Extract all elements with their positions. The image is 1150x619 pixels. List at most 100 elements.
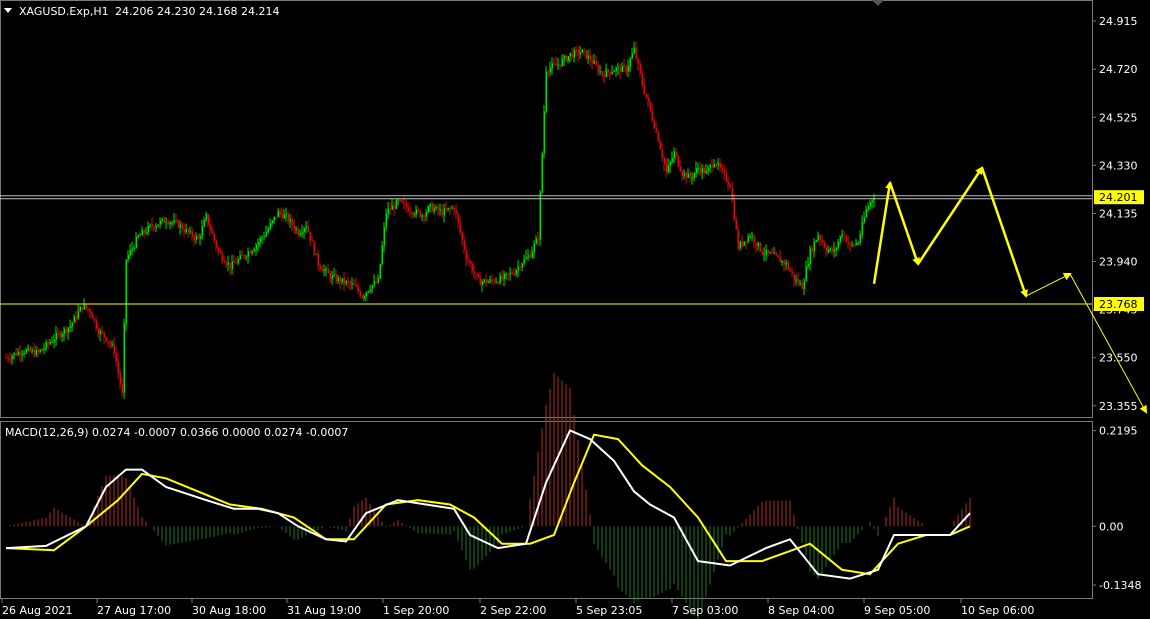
trading-chart[interactable]: 24.915 24.720 24.525 24.330 24.135 23.940 23.7…	[0, 0, 1150, 619]
candle-body	[619, 66, 621, 73]
candle-body	[597, 64, 599, 72]
candle-body	[417, 209, 419, 212]
candle-body	[169, 222, 171, 224]
candle-body	[97, 328, 99, 335]
candle-body	[637, 58, 639, 64]
candle-body	[403, 202, 405, 204]
candle-body	[203, 220, 205, 227]
time-tick-label: 7 Sep 03:00	[672, 604, 738, 617]
candle-body	[317, 253, 319, 267]
level-price-label: 23.768	[1099, 298, 1138, 311]
candle-body	[595, 61, 597, 65]
candle-body	[777, 255, 779, 258]
price-tick-label: 24.135	[1099, 207, 1138, 220]
candle-body	[133, 247, 135, 249]
candle-body	[379, 264, 381, 279]
candle-body	[749, 236, 751, 238]
candle-body	[287, 213, 289, 222]
candle-body	[215, 240, 217, 248]
candle-body	[557, 64, 559, 66]
candle-body	[213, 233, 215, 241]
candle-body	[421, 215, 423, 217]
candle-body	[231, 261, 233, 269]
candle-body	[553, 63, 555, 65]
candle-body	[141, 230, 143, 236]
candle-body	[767, 249, 769, 253]
candle-body	[463, 239, 465, 250]
candle-body	[573, 50, 575, 58]
candle-body	[387, 208, 389, 214]
candle-body	[649, 101, 651, 111]
candle-body	[689, 173, 691, 178]
candle-body	[745, 241, 747, 243]
candle-body	[583, 49, 585, 51]
candle-body	[71, 322, 73, 327]
candle-body	[113, 344, 115, 354]
candle-body	[533, 243, 535, 252]
candle-body	[193, 236, 195, 240]
candle-body	[543, 111, 545, 154]
candle-body	[69, 326, 71, 328]
candle-body	[763, 254, 765, 256]
candle-body	[677, 156, 679, 167]
candle-body	[459, 222, 461, 232]
candle-body	[37, 349, 39, 353]
candle-body	[407, 207, 409, 212]
candle-body	[483, 279, 485, 282]
candle-body	[759, 242, 761, 252]
candle-body	[211, 229, 213, 234]
candle-body	[7, 357, 9, 359]
candle-body	[151, 224, 153, 227]
candle-body	[829, 248, 831, 250]
candle-body	[161, 218, 163, 221]
candle-body	[123, 323, 125, 393]
candle-body	[435, 206, 437, 209]
candle-body	[601, 71, 603, 76]
candle-body	[775, 253, 777, 256]
time-tick-label: 10 Sep 06:00	[961, 604, 1034, 617]
candle-body	[415, 209, 417, 215]
candle-body	[699, 167, 701, 173]
candle-body	[773, 253, 775, 255]
candle-body	[591, 60, 593, 64]
candle-body	[11, 355, 13, 360]
candle-body	[55, 333, 57, 340]
candle-body	[541, 153, 543, 193]
candle-body	[617, 66, 619, 68]
candle-body	[671, 158, 673, 162]
candle-body	[733, 199, 735, 220]
candle-body	[497, 281, 499, 284]
candle-body	[333, 274, 335, 276]
candle-body	[35, 349, 37, 356]
candle-body	[709, 164, 711, 168]
candle-body	[871, 200, 873, 203]
candle-body	[323, 269, 325, 272]
candle-body	[299, 233, 301, 235]
candle-body	[245, 256, 247, 258]
candle-body	[461, 231, 463, 240]
candle-body	[821, 239, 823, 243]
candle-body	[457, 213, 459, 223]
candle-body	[779, 257, 781, 263]
candle-body	[765, 249, 767, 255]
candle-body	[509, 272, 511, 274]
macd-header: MACD(12,26,9) 0.0274 -0.0007 0.0366 0.00…	[5, 426, 348, 439]
candle-body	[501, 275, 503, 280]
candle-body	[825, 247, 827, 253]
candle-body	[737, 229, 739, 249]
time-tick-label: 5 Sep 23:05	[576, 604, 642, 617]
candle-body	[857, 242, 859, 244]
candle-body	[609, 71, 611, 74]
candle-body	[75, 316, 77, 319]
candle-body	[195, 236, 197, 240]
candle-body	[383, 227, 385, 246]
candle-body	[657, 131, 659, 142]
candle-body	[313, 241, 315, 255]
candle-body	[581, 49, 583, 53]
candle-body	[129, 249, 131, 255]
candle-body	[311, 240, 313, 242]
candle-body	[653, 120, 655, 129]
candle-body	[405, 203, 407, 208]
candle-body	[363, 296, 365, 298]
candle-body	[507, 273, 509, 275]
